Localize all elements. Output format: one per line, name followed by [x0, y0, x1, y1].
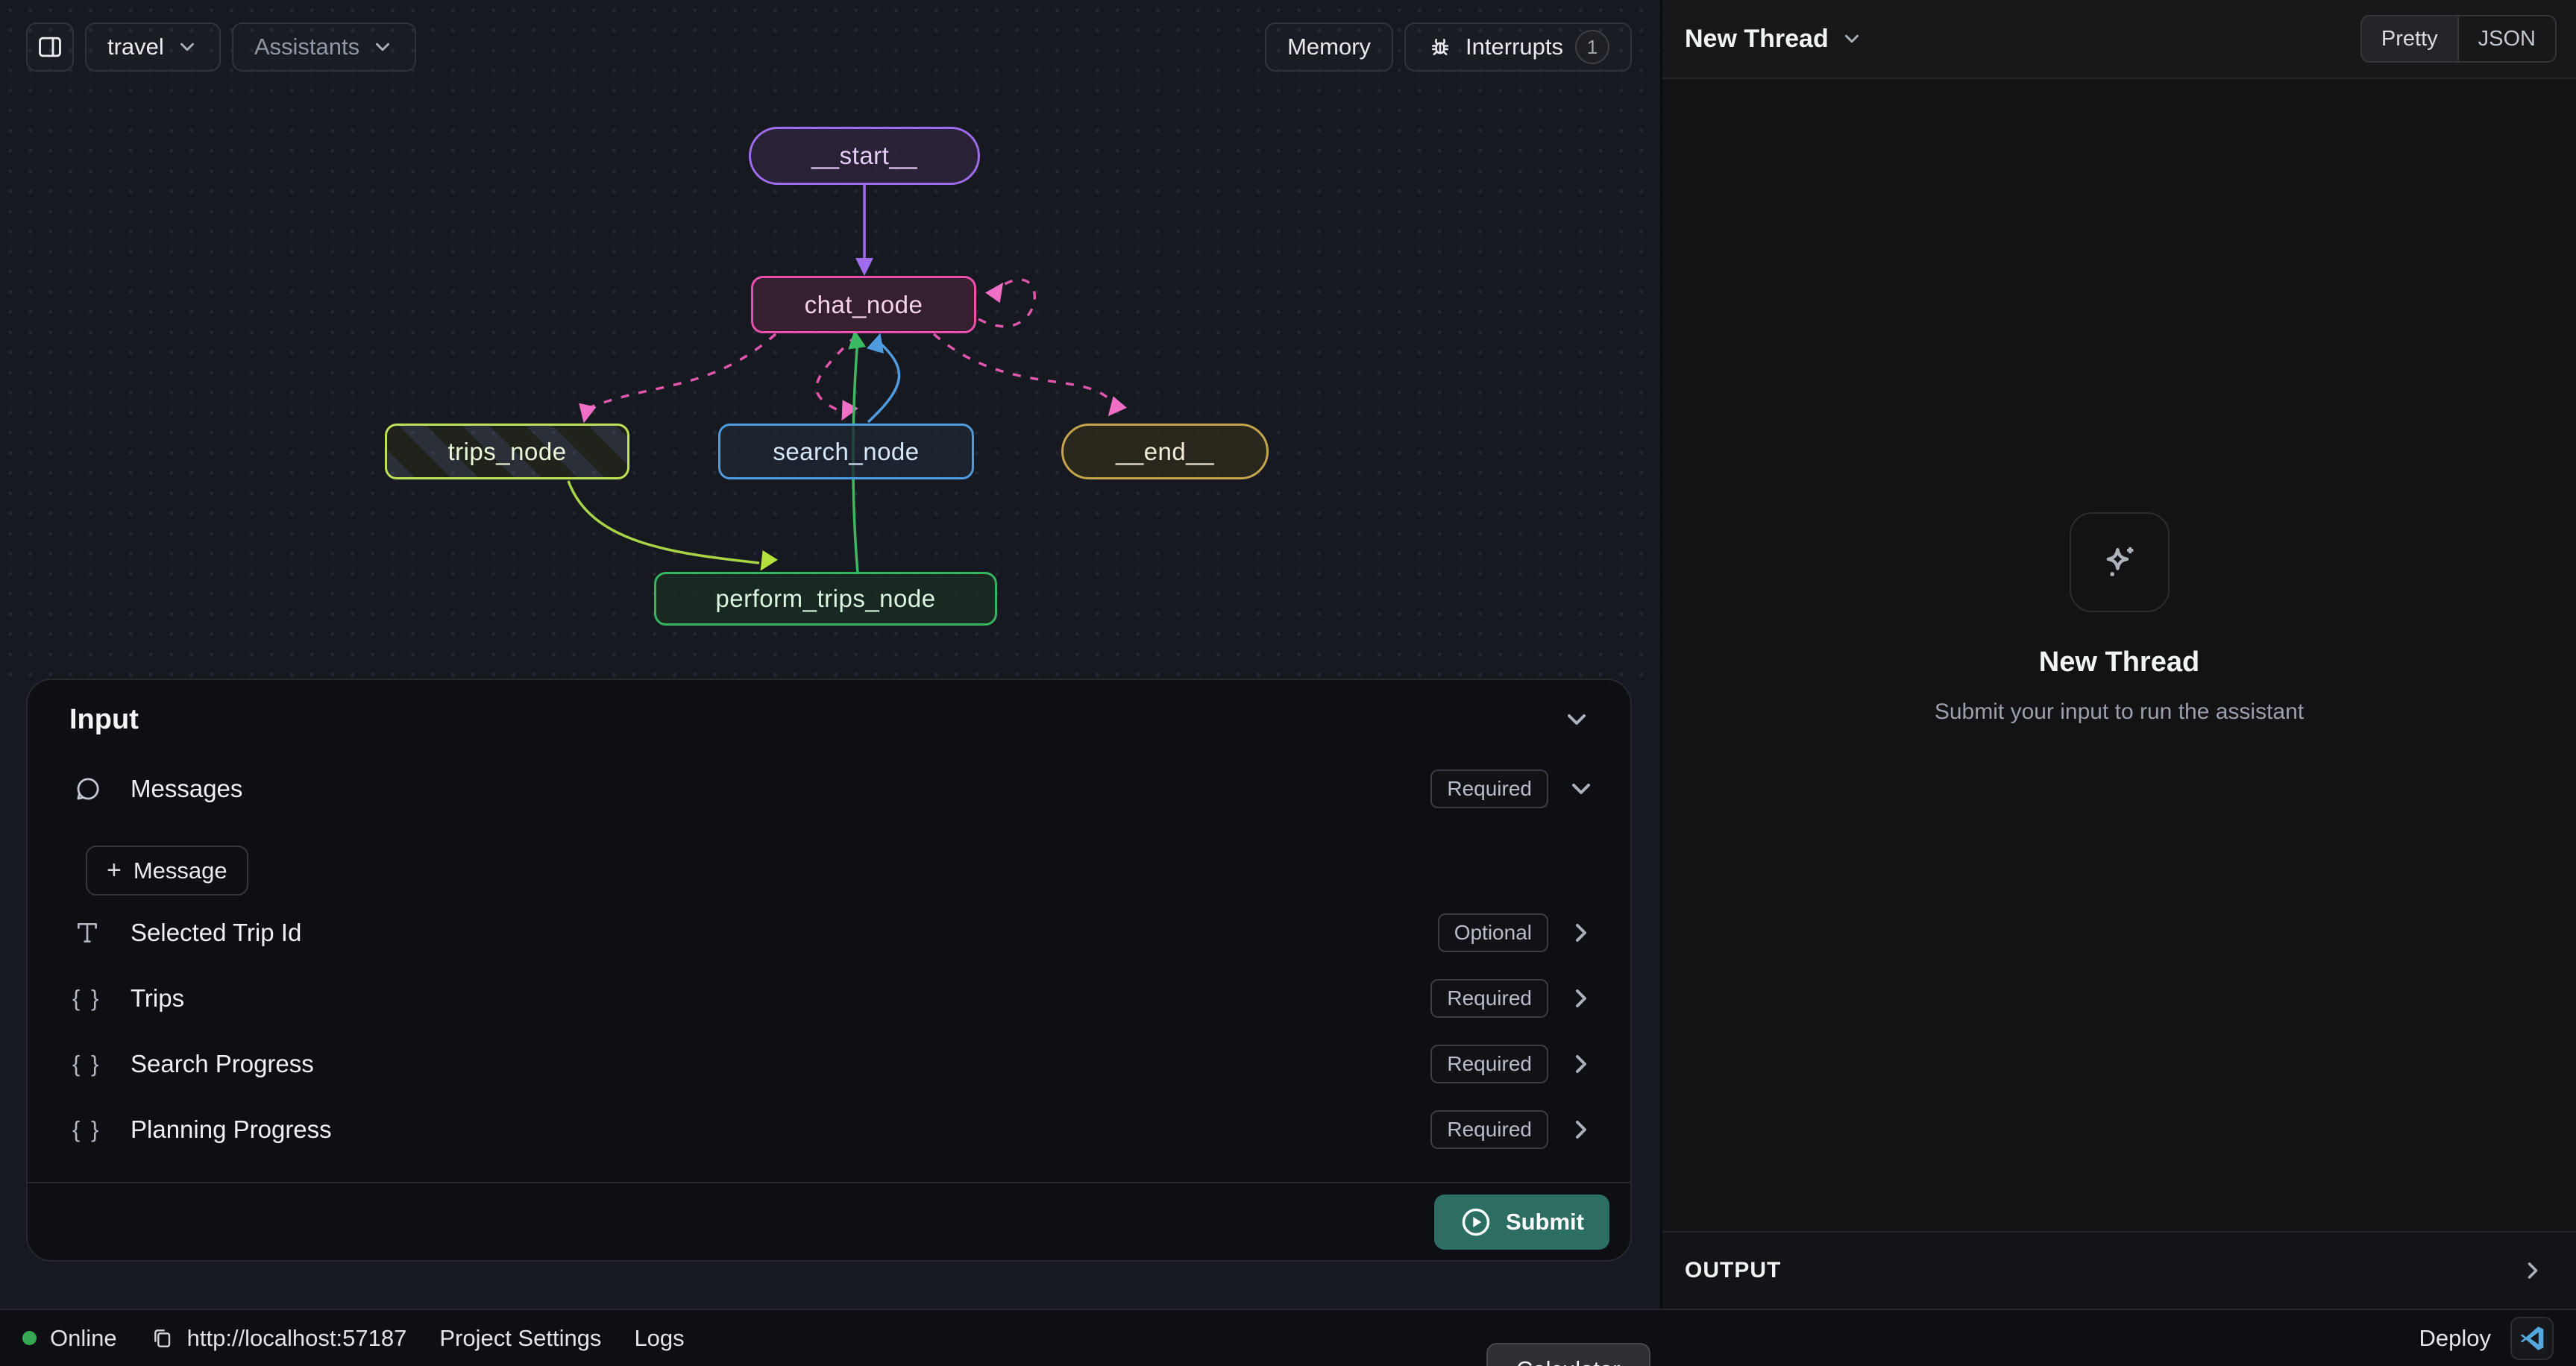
submit-button[interactable]: Submit	[1434, 1195, 1609, 1250]
output-label: OUTPUT	[1685, 1258, 1781, 1283]
submit-label: Submit	[1506, 1209, 1584, 1236]
thread-title: New Thread	[1685, 25, 1829, 54]
input-row-label: Trips	[131, 984, 1430, 1013]
output-section-toggle[interactable]: OUTPUT	[1662, 1231, 2576, 1309]
thread-panel: New Thread Pretty JSON New Thread Submit…	[1662, 0, 2576, 1309]
graph-panel: __start__ chat_node trips_node search_no…	[0, 0, 1660, 1309]
plus-icon: +	[107, 856, 122, 885]
thread-selector-dropdown[interactable]: New Thread	[1685, 25, 1863, 54]
input-panel-title: Input	[69, 704, 139, 736]
calculator-tooltip: Calculator	[1486, 1343, 1650, 1366]
type-icon	[72, 918, 102, 948]
chevron-down-icon	[371, 36, 394, 58]
input-panel: Input Messages Required +	[26, 679, 1632, 1262]
vscode-icon	[2517, 1323, 2547, 1353]
memory-button[interactable]: Memory	[1265, 22, 1393, 72]
input-row-search-progress[interactable]: { } Search Progress Required	[28, 1031, 1630, 1097]
graph-node-start[interactable]: __start__	[749, 127, 980, 185]
graph-selector-label: travel	[107, 34, 164, 60]
sparkles-icon	[2096, 539, 2143, 585]
chevron-down-icon	[1841, 28, 1863, 50]
graph-node-end[interactable]: __end__	[1061, 424, 1269, 479]
deploy-link[interactable]: Deploy	[2419, 1325, 2492, 1352]
input-row-messages[interactable]: Messages Required	[28, 752, 1630, 826]
add-message-label: Message	[133, 857, 227, 884]
input-row-planning-progress[interactable]: { } Planning Progress Required	[28, 1097, 1630, 1162]
chevron-down-icon[interactable]	[1562, 705, 1592, 734]
panel-toggle-icon	[36, 33, 64, 61]
online-status-dot	[22, 1331, 37, 1345]
copy-icon[interactable]	[150, 1326, 174, 1350]
assistants-dropdown[interactable]: Assistants	[232, 22, 416, 72]
add-message-button[interactable]: + Message	[86, 846, 248, 896]
sparkles-icon-tile	[2070, 512, 2170, 612]
braces-icon: { }	[72, 1116, 101, 1143]
input-row-label: Planning Progress	[131, 1115, 1430, 1144]
graph-toolbar-left: travel Assistants	[26, 22, 416, 72]
status-bar: Online http://localhost:57187 Project Se…	[0, 1309, 2576, 1366]
braces-icon: { }	[72, 1051, 101, 1077]
view-pretty-button[interactable]: Pretty	[2362, 16, 2457, 61]
chevron-right-icon[interactable]	[1566, 983, 1596, 1013]
braces-icon: { }	[72, 985, 101, 1012]
langgraph-studio-window: __start__ chat_node trips_node search_no…	[0, 0, 2576, 1366]
input-row-label: Selected Trip Id	[131, 919, 1438, 947]
required-badge: Required	[1430, 979, 1548, 1018]
optional-badge: Optional	[1438, 913, 1548, 952]
graph-node-trips[interactable]: trips_node	[385, 424, 629, 479]
server-url-group[interactable]: http://localhost:57187	[150, 1325, 407, 1352]
graph-node-chat[interactable]: chat_node	[751, 276, 976, 333]
input-row-label: Search Progress	[131, 1050, 1430, 1078]
chevron-right-icon[interactable]	[1566, 1049, 1596, 1079]
thread-empty-state: New Thread Submit your input to run the …	[1662, 512, 2576, 725]
vscode-button[interactable]	[2510, 1317, 2554, 1360]
chevron-right-icon	[2519, 1257, 2546, 1284]
required-badge: Required	[1430, 1110, 1548, 1149]
chat-bubble-icon	[72, 773, 104, 805]
view-json-button[interactable]: JSON	[2459, 16, 2555, 61]
project-settings-link[interactable]: Project Settings	[439, 1325, 601, 1352]
server-url: http://localhost:57187	[187, 1325, 407, 1352]
graph-selector-dropdown[interactable]: travel	[85, 22, 221, 72]
assistants-label: Assistants	[254, 34, 359, 60]
view-mode-toggle: Pretty JSON	[2360, 15, 2557, 63]
chevron-right-icon[interactable]	[1566, 918, 1596, 948]
required-badge: Required	[1430, 1045, 1548, 1083]
empty-state-caption: Submit your input to run the assistant	[1662, 699, 2576, 725]
chevron-right-icon[interactable]	[1566, 1115, 1596, 1145]
bug-icon	[1427, 34, 1454, 60]
input-panel-header[interactable]: Input	[28, 680, 1630, 752]
graph-canvas[interactable]: __start__ chat_node trips_node search_no…	[0, 0, 1660, 679]
graph-node-perform-trips[interactable]: perform_trips_node	[654, 572, 997, 626]
graph-node-search[interactable]: search_node	[718, 424, 974, 479]
input-row-selected-trip-id[interactable]: Selected Trip Id Optional	[28, 900, 1630, 966]
chevron-down-icon	[176, 36, 198, 58]
play-circle-icon	[1460, 1206, 1492, 1238]
graph-toolbar-right: Memory Interrupts 1	[1265, 22, 1632, 72]
chevron-down-icon[interactable]	[1566, 774, 1596, 804]
logs-link[interactable]: Logs	[634, 1325, 684, 1352]
sidebar-toggle-button[interactable]	[26, 22, 74, 72]
interrupts-button[interactable]: Interrupts 1	[1404, 22, 1632, 72]
memory-label: Memory	[1287, 34, 1371, 60]
required-badge: Required	[1430, 769, 1548, 808]
empty-state-title: New Thread	[1662, 646, 2576, 679]
input-row-label: Messages	[131, 775, 1430, 803]
interrupts-count-badge: 1	[1575, 30, 1609, 64]
online-status: Online	[22, 1325, 117, 1352]
thread-header: New Thread Pretty JSON	[1662, 0, 2576, 79]
online-status-label: Online	[50, 1325, 117, 1352]
interrupts-label: Interrupts	[1466, 34, 1563, 60]
input-row-trips[interactable]: { } Trips Required	[28, 966, 1630, 1031]
